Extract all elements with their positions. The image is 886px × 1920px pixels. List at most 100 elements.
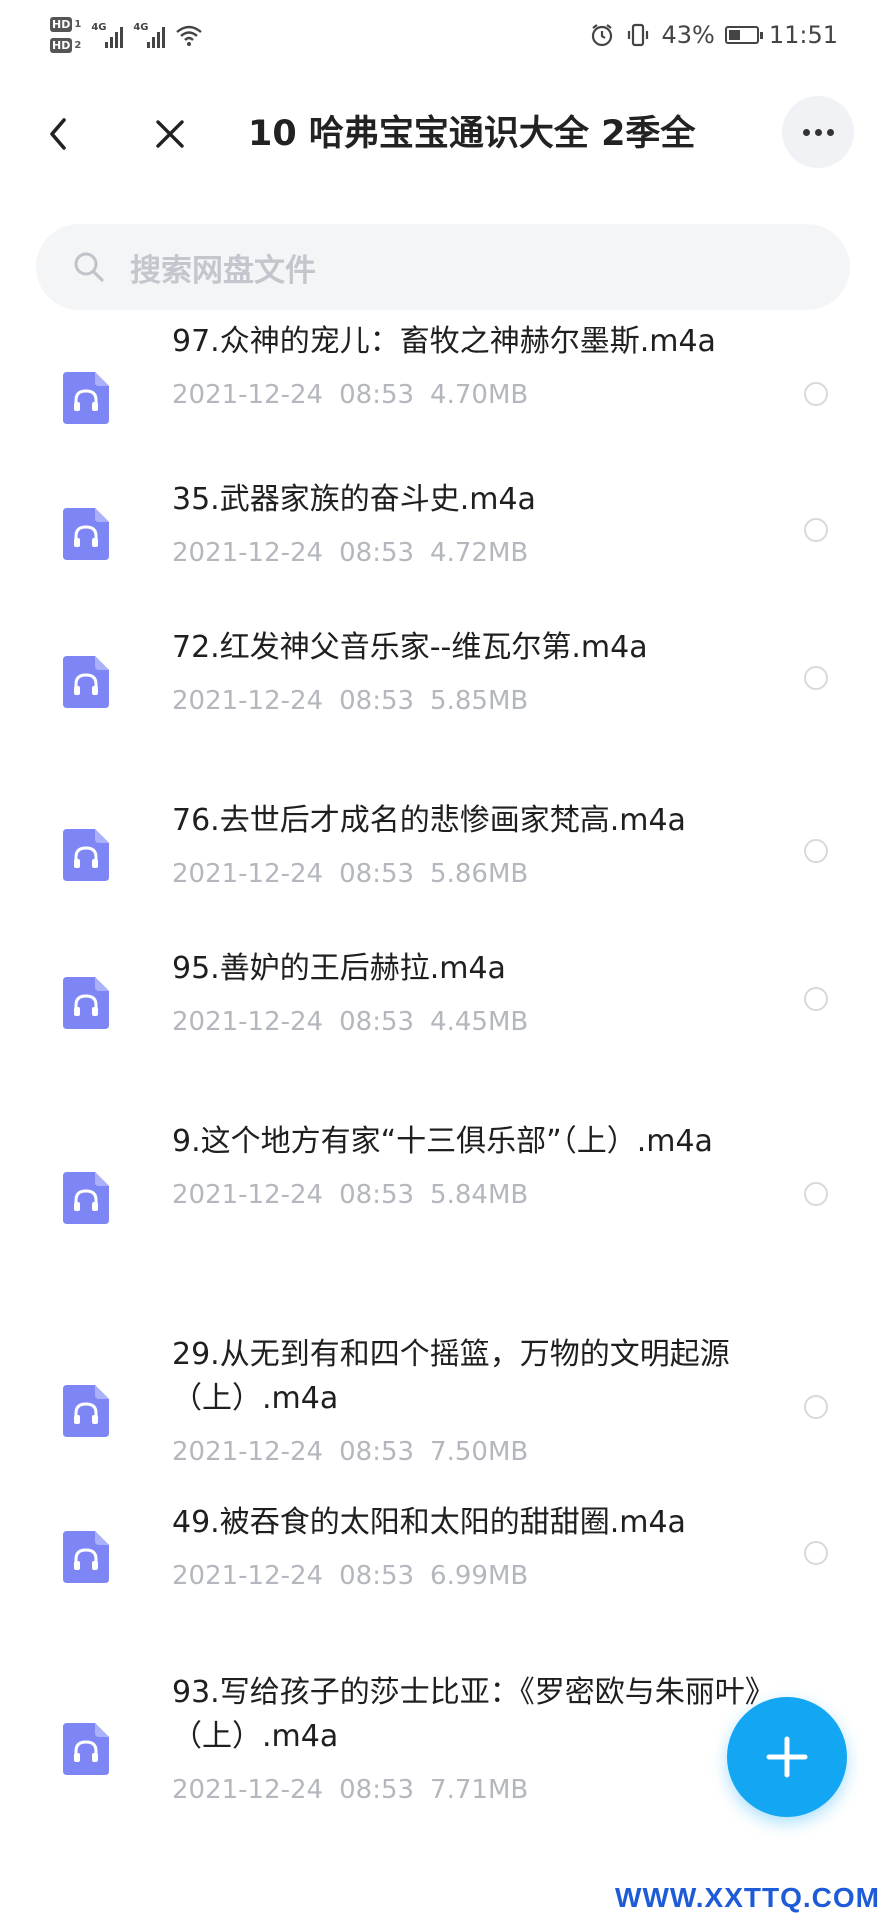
file-date: 2021-12-24 (172, 1007, 324, 1037)
file-info: 29.从无到有和四个摇篮，万物的文明起源（上）.m4a 2021-12-24 08:… (172, 1333, 762, 1469)
file-info: 93.写给孩子的莎士比亚：《罗密欧与朱丽叶》（上）.m4a 2021-12-24 0… (172, 1671, 762, 1807)
more-dots-icon (802, 128, 810, 136)
audio-file-icon (63, 1723, 109, 1775)
plus-icon (766, 1736, 808, 1778)
file-list-item[interactable]: 97.众神的宠儿：畜牧之神赫尔墨斯.m4a 2021-12-24 08:53 4.70… (0, 320, 886, 468)
hd-sub-label: 1 (74, 19, 82, 30)
network-label: 4G (133, 22, 149, 33)
clock-time: 11:51 (768, 21, 838, 49)
add-button[interactable] (727, 1697, 847, 1817)
hd-label: HD (50, 38, 73, 53)
file-time: 08:53 (339, 1437, 415, 1467)
wifi-icon (176, 25, 203, 46)
file-info: 35.武器家族的奋斗史.m4a 2021-12-24 08:53 4.72MB (172, 478, 762, 570)
file-list-item[interactable]: 49.被吞食的太阳和太阳的甜甜圈.m4a 2021-12-24 08:53 6.99M… (0, 1501, 886, 1605)
file-name: 9.这个地方有家“十三俱乐部”（上）.m4a (172, 1124, 713, 1159)
select-radio[interactable] (804, 1395, 828, 1419)
file-name: 95.善妒的王后赫拉.m4a (172, 951, 506, 986)
file-date: 2021-12-24 (172, 1437, 324, 1467)
status-right: 43% 11:51 (589, 10, 838, 60)
file-info: 97.众神的宠儿：畜牧之神赫尔墨斯.m4a 2021-12-24 08:53 4.70… (172, 320, 762, 412)
select-radio[interactable] (804, 987, 828, 1011)
audio-file-icon (63, 372, 109, 424)
close-icon (156, 120, 184, 148)
file-time: 08:53 (339, 1180, 415, 1210)
file-info: 9.这个地方有家“十三俱乐部”（上）.m4a 2021-12-24 08:53 5.8… (172, 1120, 762, 1212)
file-date: 2021-12-24 (172, 859, 324, 889)
file-meta: 2021-12-24 08:53 5.86MB (172, 857, 762, 891)
file-time: 08:53 (339, 859, 415, 889)
battery-percent: 43% (661, 21, 715, 49)
file-meta: 2021-12-24 08:53 4.70MB (172, 378, 762, 412)
file-date: 2021-12-24 (172, 538, 324, 568)
file-size: 6.99MB (430, 1561, 529, 1591)
file-size: 7.50MB (430, 1437, 529, 1467)
file-list-item[interactable]: 72.红发神父音乐家--维瓦尔第.m4a 2021-12-24 08:53 5.85M… (0, 626, 886, 730)
audio-file-icon (63, 1531, 109, 1583)
audio-file-icon (63, 508, 109, 560)
file-meta: 2021-12-24 08:53 6.99MB (172, 1559, 762, 1593)
file-date: 2021-12-24 (172, 380, 324, 410)
file-meta: 2021-12-24 08:53 4.72MB (172, 536, 762, 570)
file-name: 29.从无到有和四个摇篮，万物的文明起源（上）.m4a (172, 1337, 730, 1416)
status-left: HD 1 HD 2 4G 4G (50, 10, 203, 60)
audio-file-icon (63, 1385, 109, 1437)
battery-charging-icon (724, 26, 763, 44)
watermark: WWW.XXTTQ.COM (615, 1882, 880, 1913)
header: 10 哈弗宝宝通识大全 2季全 (0, 88, 886, 180)
file-meta: 2021-12-24 08:53 7.71MB (172, 1773, 762, 1807)
file-info: 49.被吞食的太阳和太阳的甜甜圈.m4a 2021-12-24 08:53 6.99M… (172, 1501, 762, 1593)
file-time: 08:53 (339, 686, 415, 716)
audio-file-icon (63, 656, 109, 708)
file-size: 5.84MB (430, 1180, 529, 1210)
file-meta: 2021-12-24 08:53 4.45MB (172, 1005, 762, 1039)
file-name: 49.被吞食的太阳和太阳的甜甜圈.m4a (172, 1505, 686, 1540)
file-list-item[interactable]: 76.去世后才成名的悲惨画家梵高.m4a 2021-12-24 08:53 5.86M… (0, 799, 886, 903)
close-button[interactable] (148, 112, 192, 156)
file-time: 08:53 (339, 1561, 415, 1591)
hd-badge-2: HD 2 (50, 38, 81, 53)
file-info: 72.红发神父音乐家--维瓦尔第.m4a 2021-12-24 08:53 5.85M… (172, 626, 762, 718)
hd-badges: HD 1 HD 2 (50, 17, 81, 53)
hd-sub-label: 2 (74, 40, 82, 51)
file-name: 76.去世后才成名的悲惨画家梵高.m4a (172, 803, 686, 838)
file-date: 2021-12-24 (172, 1180, 324, 1210)
file-list-item[interactable]: 35.武器家族的奋斗史.m4a 2021-12-24 08:53 4.72MB (0, 478, 886, 582)
file-time: 08:53 (339, 538, 415, 568)
file-info: 76.去世后才成名的悲惨画家梵高.m4a 2021-12-24 08:53 5.86M… (172, 799, 762, 891)
audio-file-icon (63, 977, 109, 1029)
chevron-left-icon (50, 118, 66, 150)
search-bar[interactable]: 搜索网盘文件 (36, 224, 850, 310)
file-size: 7.71MB (430, 1775, 529, 1805)
audio-file-icon (63, 1172, 109, 1224)
select-radio[interactable] (804, 1541, 828, 1565)
select-radio[interactable] (804, 1182, 828, 1206)
file-name: 97.众神的宠儿：畜牧之神赫尔墨斯.m4a (172, 324, 716, 359)
select-radio[interactable] (804, 666, 828, 690)
file-meta: 2021-12-24 08:53 7.50MB (172, 1435, 762, 1469)
select-radio[interactable] (804, 839, 828, 863)
page-title: 10 哈弗宝宝通识大全 2季全 (248, 114, 696, 154)
hd-label: HD (50, 17, 73, 32)
vibrate-icon (628, 23, 649, 47)
file-list-item[interactable]: 95.善妒的王后赫拉.m4a 2021-12-24 08:53 4.45MB (0, 947, 886, 1051)
file-time: 08:53 (339, 380, 415, 410)
signal-icon: 4G (133, 22, 166, 48)
file-name: 93.写给孩子的莎士比亚：《罗密欧与朱丽叶》（上）.m4a (172, 1675, 760, 1754)
more-options-button[interactable] (782, 96, 854, 168)
file-name: 35.武器家族的奋斗史.m4a (172, 482, 536, 517)
file-date: 2021-12-24 (172, 1561, 324, 1591)
file-size: 4.70MB (430, 380, 529, 410)
file-info: 95.善妒的王后赫拉.m4a 2021-12-24 08:53 4.45MB (172, 947, 762, 1039)
battery-level (728, 30, 740, 40)
file-size: 5.86MB (430, 859, 529, 889)
select-radio[interactable] (804, 382, 828, 406)
select-radio[interactable] (804, 518, 828, 542)
back-button[interactable] (36, 112, 80, 156)
file-size: 5.85MB (430, 686, 529, 716)
more-dot (814, 128, 822, 136)
file-meta: 2021-12-24 08:53 5.84MB (172, 1178, 762, 1212)
file-list-item[interactable]: 29.从无到有和四个摇篮，万物的文明起源（上）.m4a 2021-12-24 08:… (0, 1333, 886, 1481)
network-label: 4G (91, 22, 107, 33)
file-list-item[interactable]: 9.这个地方有家“十三俱乐部”（上）.m4a 2021-12-24 08:53 5.8… (0, 1120, 886, 1268)
